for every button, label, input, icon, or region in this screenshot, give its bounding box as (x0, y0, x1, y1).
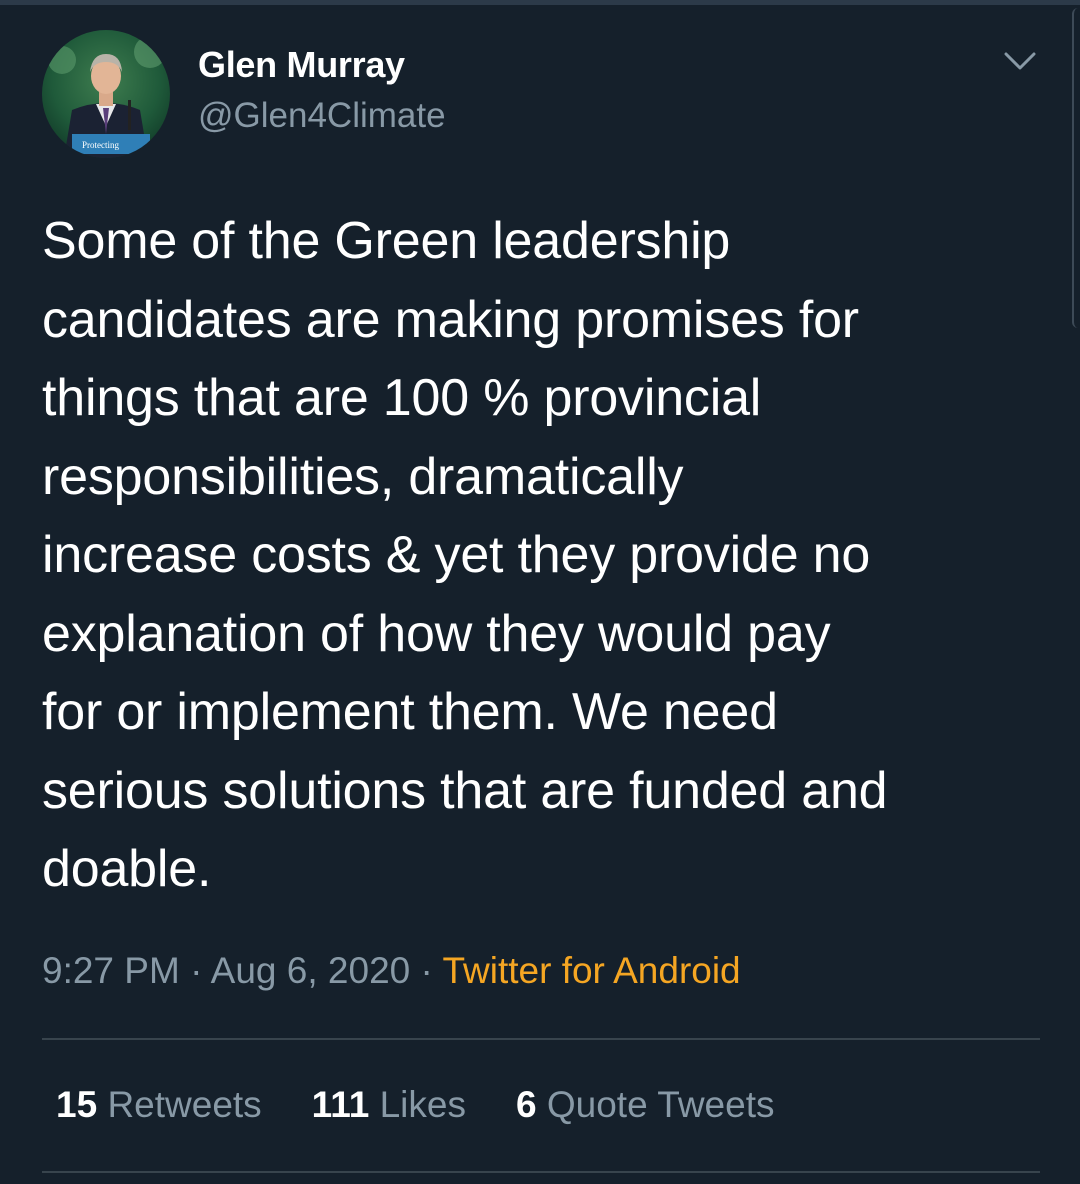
likes-count: 111 (311, 1084, 370, 1125)
top-divider (0, 0, 1080, 5)
tweet-time[interactable]: 9:27 PM (42, 950, 180, 991)
avatar-photo: Protecting (42, 30, 170, 158)
scroll-edge[interactable] (1072, 8, 1080, 328)
stats-divider-top (42, 1038, 1040, 1040)
author-handle[interactable]: @Glen4Climate (198, 96, 446, 136)
chevron-down-icon[interactable] (1000, 44, 1040, 80)
tweet-source-link[interactable]: Twitter for Android (442, 950, 740, 991)
meta-separator: · (420, 950, 433, 991)
tweet-text: Some of the Green leadership candidates … (42, 212, 888, 898)
stats-divider-bottom (42, 1171, 1040, 1173)
likes-label: Likes (379, 1084, 466, 1125)
author-display-name[interactable]: Glen Murray (198, 44, 405, 86)
retweets-stat[interactable]: 15 Retweets (56, 1084, 262, 1126)
quotes-label: Quote Tweets (546, 1084, 775, 1125)
avatar-banner-text: Protecting (82, 140, 119, 150)
engagement-stats: 15 Retweets 111 Likes 6 Quote Tweets (56, 1084, 824, 1126)
retweets-label: Retweets (107, 1084, 262, 1125)
quote-tweets-stat[interactable]: 6 Quote Tweets (516, 1084, 774, 1126)
tweet-meta: 9:27 PM · Aug 6, 2020 · Twitter for Andr… (42, 950, 741, 992)
likes-stat[interactable]: 111 Likes (312, 1084, 466, 1126)
meta-separator: · (190, 950, 203, 991)
avatar[interactable]: Protecting (42, 30, 170, 158)
quotes-count: 6 (516, 1084, 537, 1125)
tweet-date[interactable]: Aug 6, 2020 (211, 950, 411, 991)
retweets-count: 15 (56, 1084, 98, 1125)
